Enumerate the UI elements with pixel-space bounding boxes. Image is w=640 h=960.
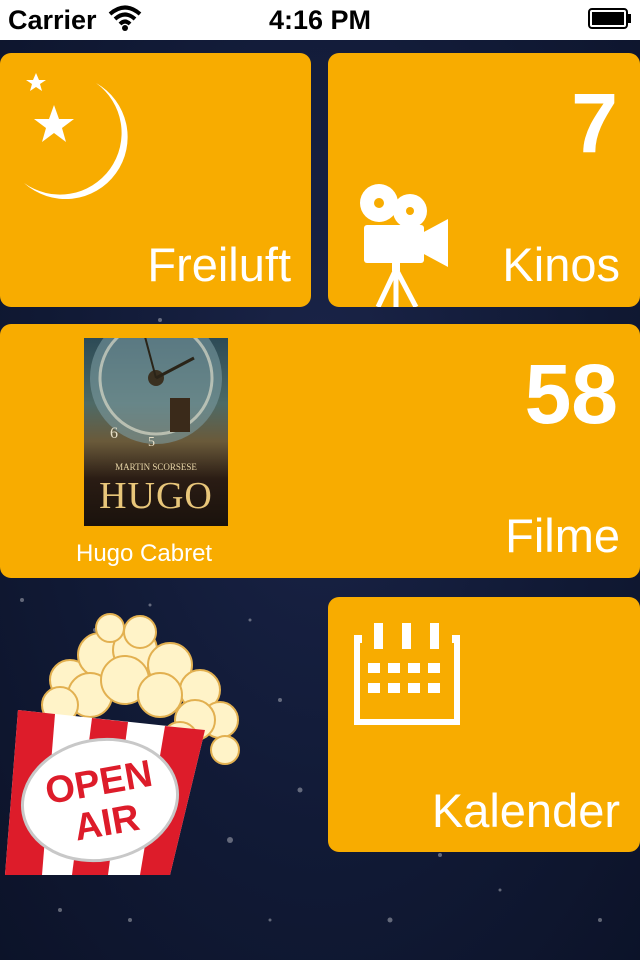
poster-credit: MARTIN SCORSESE <box>115 462 197 472</box>
clock-face-graphic: 6 5 <box>90 338 222 450</box>
freiluft-label: Freiluft <box>147 238 291 291</box>
poster-title: HUGO <box>99 475 213 517</box>
tile-freiluft[interactable]: Freiluft <box>0 53 311 307</box>
calendar-icon <box>354 623 460 725</box>
kalender-label: Kalender <box>431 784 620 837</box>
movie-poster[interactable]: 6 5 MARTIN SCORSESE HUGO <box>84 338 228 526</box>
kinos-count: 7 <box>571 76 618 170</box>
movie-caption[interactable]: Hugo Cabret <box>76 540 212 568</box>
movie-camera-icon <box>360 184 448 307</box>
filme-label: Filme <box>505 509 620 562</box>
battery-icon <box>588 8 631 29</box>
svg-text:6: 6 <box>110 425 118 442</box>
filme-count: 58 <box>524 347 618 441</box>
status-bar: Carrier 4:16 PM <box>0 0 640 40</box>
kinos-label: Kinos <box>502 238 620 291</box>
moon-star-icon <box>24 73 128 200</box>
tile-kalender[interactable]: Kalender <box>328 597 640 852</box>
svg-text:5: 5 <box>148 435 155 450</box>
open-air-popcorn-logo: OPEN AIR <box>5 613 240 875</box>
tile-kinos[interactable]: 7 Kinos <box>328 53 640 307</box>
tile-filme[interactable]: 6 5 MARTIN SCORSESE HUGO Hugo Cabret 58 … <box>0 324 640 578</box>
clock-time: 4:16 PM <box>268 5 372 35</box>
